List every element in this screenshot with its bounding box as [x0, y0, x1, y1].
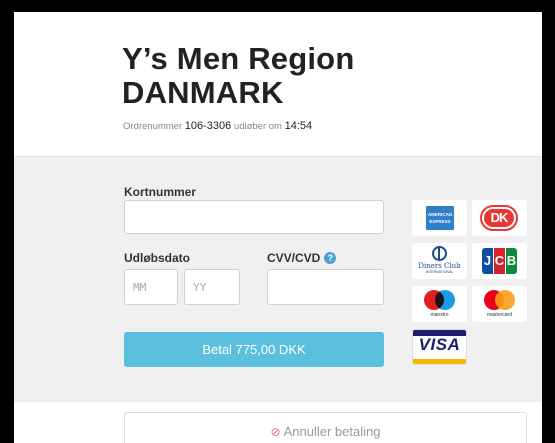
cancel-icon: ⊘ [270, 425, 281, 439]
page-title: Y’s Men Region DANMARK [122, 42, 354, 110]
card-number-input[interactable] [124, 200, 384, 234]
expires-label: udløber om [233, 121, 282, 132]
diners-club-icon: Diners Club INTERNATIONAL [412, 243, 467, 279]
help-icon[interactable]: ? [324, 252, 337, 264]
expiry-month-input[interactable]: MM [124, 269, 178, 305]
pay-button[interactable]: Betal 775,00 DKK [124, 332, 384, 367]
cvv-label: CVV/CVD? [267, 251, 337, 265]
title-line-1: Y’s Men Region [122, 41, 355, 76]
expires-time: 14:54 [284, 120, 313, 132]
amex-icon: AMERICAN EXPRESS [412, 200, 467, 236]
checkout-window: Y’s Men Region DANMARK Ordrenummer 106-3… [14, 12, 542, 443]
cancel-payment-button[interactable]: ⊘ Annuller betaling [124, 412, 527, 443]
order-info: Ordrenummer 106-3306 udløber om 14:54 [123, 120, 312, 132]
maestro-icon: maestro [412, 286, 467, 322]
mastercard-icon: mastercard [472, 286, 527, 322]
expiry-year-input[interactable]: YY [184, 269, 240, 305]
visa-icon: VISA [412, 329, 467, 365]
expiry-label: Udløbsdato [124, 251, 190, 265]
title-line-2: DANMARK [122, 75, 284, 110]
dankort-icon: DK [472, 200, 527, 236]
cancel-label: Annuller betaling [283, 424, 381, 439]
checkout-header: Y’s Men Region DANMARK Ordrenummer 106-3… [14, 12, 542, 156]
cvv-input[interactable] [267, 269, 384, 305]
order-label: Ordrenummer [123, 121, 183, 132]
card-number-label: Kortnummer [124, 185, 197, 199]
jcb-icon: J C B [472, 243, 527, 279]
order-number: 106-3306 [184, 120, 232, 132]
cvv-label-text: CVV/CVD [267, 251, 321, 265]
